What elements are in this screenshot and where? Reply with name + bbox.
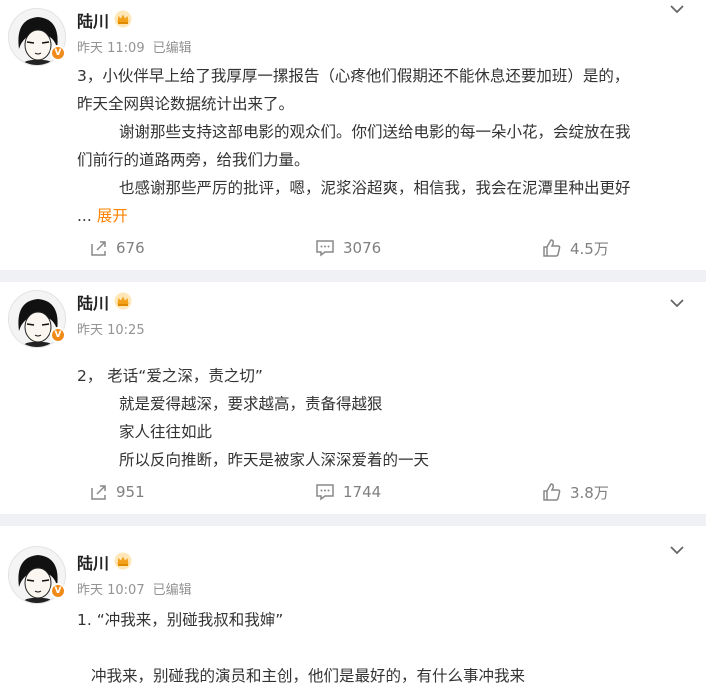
post-card: V 陆川 昨天 10:07 已编辑 1. “冲我来，别碰我叔和我婶” 冲我来，别碰… bbox=[0, 526, 706, 696]
repost-icon bbox=[91, 485, 106, 500]
comment-button[interactable]: 1744 bbox=[315, 480, 381, 504]
post-card: V 陆川 昨天 10:25 2， 老话“爱之深，责之切” 就是爱得越深，要求越高… bbox=[0, 282, 706, 514]
text-line: 2， 老话“爱之深，责之切” bbox=[77, 367, 263, 385]
repost-button[interactable]: 951 bbox=[90, 480, 145, 504]
username[interactable]: 陆川 bbox=[77, 550, 109, 574]
text-line: 就是爱得越深，要求越高，责备得越狠 bbox=[119, 395, 383, 413]
post-text: 3，小伙伴早上给了我厚厚一摞报告（心疼他们假期还不能休息还要加班）是的， 昨天全… bbox=[77, 62, 688, 230]
action-bar: 951 1744 3.8万 bbox=[0, 480, 706, 504]
post-meta: 昨天 10:07 已编辑 bbox=[77, 579, 200, 598]
text-line: 们前行的道路两旁，给我们力量。 bbox=[77, 151, 310, 169]
text-line: 1. “冲我来，别碰我叔和我婶” bbox=[77, 611, 284, 629]
text-line: 3，小伙伴早上给了我厚厚一摞报告（心疼他们假期还不能休息还要加班）是的， bbox=[77, 67, 630, 85]
chevron-down-icon[interactable] bbox=[668, 296, 686, 310]
username[interactable]: 陆川 bbox=[77, 290, 109, 314]
comment-icon bbox=[316, 240, 334, 257]
text-line: 昨天全网舆论数据统计出来了。 bbox=[77, 95, 295, 113]
text-line: 谢谢那些支持这部电影的观众们。你们送给电影的每一朵小花，会绽放在我 bbox=[119, 123, 631, 141]
post-card: V 陆川 昨天 11:09 已编辑 3，小伙伴早上给了我厚厚一摞报告（心疼他们假期… bbox=[0, 0, 706, 270]
repost-button[interactable]: 676 bbox=[90, 236, 145, 260]
crown-icon bbox=[114, 292, 132, 310]
verified-badge-icon: V bbox=[50, 583, 66, 599]
weibo-feed: V 陆川 昨天 11:09 已编辑 3，小伙伴早上给了我厚厚一摞报告（心疼他们假期… bbox=[0, 0, 706, 696]
text-line: 家人往往如此 bbox=[119, 423, 213, 441]
post-time[interactable]: 昨天 10:07 bbox=[77, 583, 145, 598]
text-line: 冲我来，别碰我的演员和主创，他们是最好的，有什么事冲我来 bbox=[91, 667, 526, 685]
text-line: 也感谢那些严厉的批评，嗯，泥浆浴超爽，相信我，我会在泥潭里种出更好 bbox=[119, 179, 631, 197]
post-meta: 昨天 10:25 bbox=[77, 319, 153, 338]
post-time[interactable]: 昨天 10:25 bbox=[77, 323, 145, 338]
like-count: 3.8万 bbox=[570, 483, 609, 502]
crown-icon bbox=[114, 552, 132, 570]
chevron-down-icon[interactable] bbox=[668, 543, 686, 557]
post-text: 1. “冲我来，别碰我叔和我婶” 冲我来，别碰我的演员和主创，他们是最好的，有什… bbox=[77, 606, 688, 690]
chevron-down-icon[interactable] bbox=[668, 2, 686, 16]
text-line bbox=[77, 634, 688, 662]
comment-count: 3076 bbox=[343, 239, 382, 257]
expand-link[interactable]: 展开 bbox=[97, 207, 128, 225]
post-time[interactable]: 昨天 11:09 bbox=[77, 41, 145, 56]
edited-label: 已编辑 bbox=[152, 41, 192, 56]
text-line-last: ... 展开 bbox=[77, 202, 688, 230]
like-button[interactable]: 3.8万 bbox=[542, 480, 609, 504]
like-icon bbox=[543, 483, 561, 501]
username[interactable]: 陆川 bbox=[77, 8, 109, 32]
text-line: 所以反向推断，昨天是被家人深深爱着的一天 bbox=[119, 451, 430, 469]
repost-count: 676 bbox=[116, 239, 145, 257]
edited-label: 已编辑 bbox=[152, 583, 192, 598]
repost-count: 951 bbox=[116, 483, 145, 501]
ellipsis: ... bbox=[77, 207, 92, 225]
comment-button[interactable]: 3076 bbox=[315, 236, 381, 260]
like-button[interactable]: 4.5万 bbox=[542, 236, 609, 260]
verified-badge-icon: V bbox=[50, 45, 66, 61]
like-icon bbox=[543, 239, 561, 257]
repost-icon bbox=[91, 241, 106, 256]
crown-icon bbox=[114, 10, 132, 28]
action-bar: 676 3076 4.5万 bbox=[0, 236, 706, 260]
comment-count: 1744 bbox=[343, 483, 382, 501]
post-meta: 昨天 11:09 已编辑 bbox=[77, 37, 200, 56]
verified-badge-icon: V bbox=[50, 327, 66, 343]
like-count: 4.5万 bbox=[570, 239, 609, 258]
comment-icon bbox=[316, 484, 334, 501]
post-text: 2， 老话“爱之深，责之切” 就是爱得越深，要求越高，责备得越狠 家人往往如此 … bbox=[77, 362, 688, 474]
